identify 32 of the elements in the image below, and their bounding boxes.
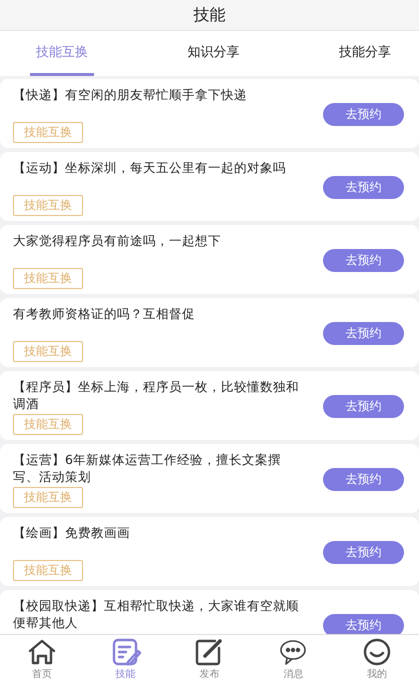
tag: 技能互换 [13, 341, 83, 362]
book-button[interactable]: 去预约 [323, 322, 404, 345]
post-text: 【运动】坐标深圳，每天五公里有一起的对象吗 [13, 159, 286, 176]
post-text: 大家觉得程序员有前途吗，一起想下 [13, 232, 221, 249]
tag: 技能互换 [13, 560, 83, 581]
nav-item[interactable]: 首页 [26, 635, 58, 686]
tab[interactable]: 技能分享 [333, 31, 397, 76]
post-text: 【程序员】坐标上海，程序员一枚，比较懂数独和调酒 [13, 378, 300, 412]
tag: 技能互换 [13, 414, 83, 435]
book-button[interactable]: 去预约 [323, 468, 404, 491]
tab[interactable]: 技能互换 [30, 31, 94, 76]
nav-item[interactable]: 我的 [361, 635, 394, 686]
book-button[interactable]: 去预约 [323, 103, 404, 126]
post-text: 【绘画】免费教画画 [13, 524, 130, 541]
page-title: 技能 [194, 4, 226, 26]
tag: 技能互换 [13, 487, 83, 508]
post-text: 有考教师资格证的吗？互相督促 [13, 305, 195, 322]
book-button[interactable]: 去预约 [323, 176, 404, 199]
tag: 技能互换 [13, 268, 83, 289]
nav-item[interactable]: 消息 [277, 635, 310, 686]
tab[interactable]: 知识分享 [182, 31, 246, 76]
post-text: 【快递】有空闲的朋友帮忙顺手拿下快递 [13, 86, 247, 103]
book-button[interactable]: 去预约 [323, 395, 404, 418]
tag: 技能互换 [13, 195, 83, 216]
book-button[interactable]: 去预约 [323, 249, 404, 272]
nav-item[interactable]: 技能 [110, 635, 142, 686]
book-button[interactable]: 去预约 [323, 614, 404, 634]
book-button[interactable]: 去预约 [323, 541, 404, 564]
post-text: 【校园取快递】互相帮忙取快递，大家谁有空就顺便帮其他人 [13, 597, 300, 631]
post-text: 【运营】6年新媒体运营工作经验，擅长文案撰写、活动策划 [13, 451, 282, 485]
nav-item[interactable]: 发布 [193, 635, 226, 686]
tag: 技能互换 [13, 122, 83, 143]
